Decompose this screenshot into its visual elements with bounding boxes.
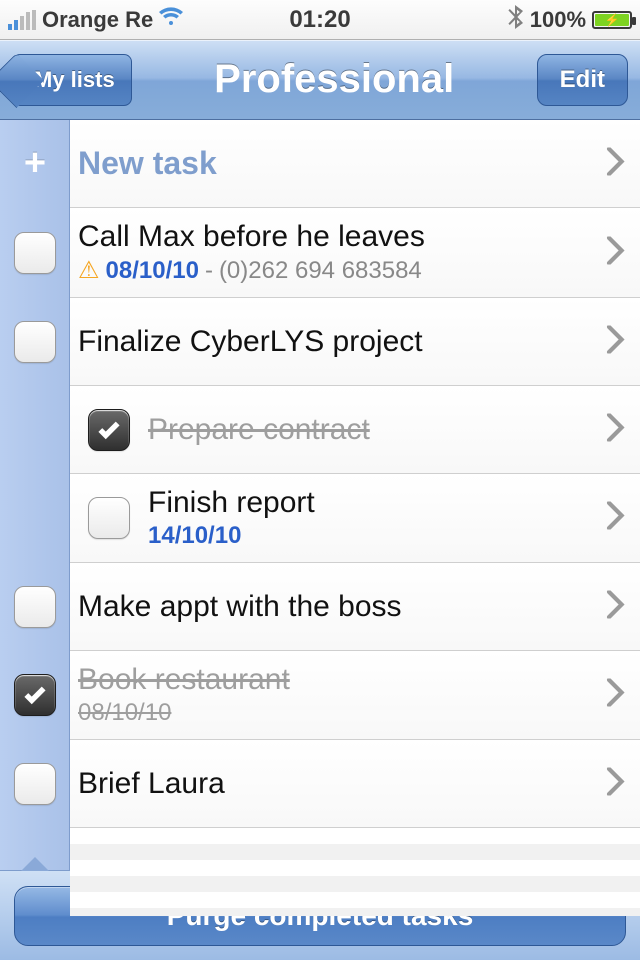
task-checkbox[interactable] xyxy=(14,763,56,805)
chevron-right-icon xyxy=(606,590,626,623)
task-row[interactable]: Prepare contract xyxy=(70,386,640,474)
chevron-right-icon xyxy=(606,767,626,800)
task-date: 08/10/10 xyxy=(78,699,171,727)
chevron-right-icon xyxy=(606,413,626,446)
task-row[interactable]: Call Max before he leaves⚠08/10/10 - (0)… xyxy=(70,208,640,298)
task-checkbox[interactable] xyxy=(88,409,130,451)
battery-icon: ⚡ xyxy=(592,11,632,29)
task-row[interactable]: Book restaurant08/10/10 xyxy=(70,651,640,740)
new-task-label: New task xyxy=(78,145,217,182)
task-checkbox[interactable] xyxy=(14,674,56,716)
strip-arrow-icon xyxy=(21,857,49,871)
plus-icon[interactable]: + xyxy=(14,143,56,185)
chevron-right-icon xyxy=(606,236,626,269)
task-title: Finalize CyberLYS project xyxy=(78,325,423,359)
status-time: 01:20 xyxy=(289,6,350,33)
task-extra: (0)262 694 683584 xyxy=(219,257,422,285)
page-title: Professional xyxy=(214,57,454,102)
task-title: Call Max before he leaves xyxy=(78,220,425,254)
content-area: + New task Call Max before he leaves⚠08/… xyxy=(0,120,640,870)
task-title: Prepare contract xyxy=(148,413,370,447)
task-row[interactable]: Finish report14/10/10 xyxy=(70,474,640,563)
chevron-right-icon xyxy=(606,502,626,535)
task-subline: 08/10/10 xyxy=(78,699,290,727)
wifi-icon xyxy=(159,7,183,33)
task-title: Finish report xyxy=(148,486,315,520)
task-subline: 14/10/10 xyxy=(148,522,315,550)
task-date: 14/10/10 xyxy=(148,522,241,550)
empty-stripes xyxy=(70,828,640,916)
edit-button[interactable]: Edit xyxy=(537,54,628,106)
task-title: Make appt with the boss xyxy=(78,590,402,624)
task-list[interactable]: + New task Call Max before he leaves⚠08/… xyxy=(70,120,640,870)
task-checkbox[interactable] xyxy=(14,232,56,274)
status-bar: Orange Re 01:20 100% ⚡ xyxy=(0,0,640,40)
chevron-right-icon xyxy=(606,679,626,712)
nav-bar: My lists Professional Edit xyxy=(0,40,640,120)
signal-icon xyxy=(8,10,36,30)
new-task-row[interactable]: + New task xyxy=(70,120,640,208)
battery-percent: 100% xyxy=(530,7,586,33)
task-title: Brief Laura xyxy=(78,767,225,801)
back-button-label: My lists xyxy=(34,67,115,93)
chevron-right-icon xyxy=(606,147,626,180)
carrier-label: Orange Re xyxy=(42,7,153,33)
warning-icon: ⚠ xyxy=(78,256,100,285)
task-subline: ⚠08/10/10 - (0)262 694 683584 xyxy=(78,256,425,285)
chevron-right-icon xyxy=(606,325,626,358)
task-row[interactable]: Make appt with the boss xyxy=(70,563,640,651)
task-date: 08/10/10 xyxy=(106,257,199,285)
task-row[interactable]: Brief Laura xyxy=(70,740,640,828)
task-checkbox[interactable] xyxy=(14,321,56,363)
task-checkbox[interactable] xyxy=(14,586,56,628)
task-row[interactable]: Finalize CyberLYS project xyxy=(70,298,640,386)
edit-button-label: Edit xyxy=(560,66,605,94)
bluetooth-icon xyxy=(508,5,524,35)
task-checkbox[interactable] xyxy=(88,497,130,539)
back-button[interactable]: My lists xyxy=(12,54,132,106)
task-title: Book restaurant xyxy=(78,663,290,697)
